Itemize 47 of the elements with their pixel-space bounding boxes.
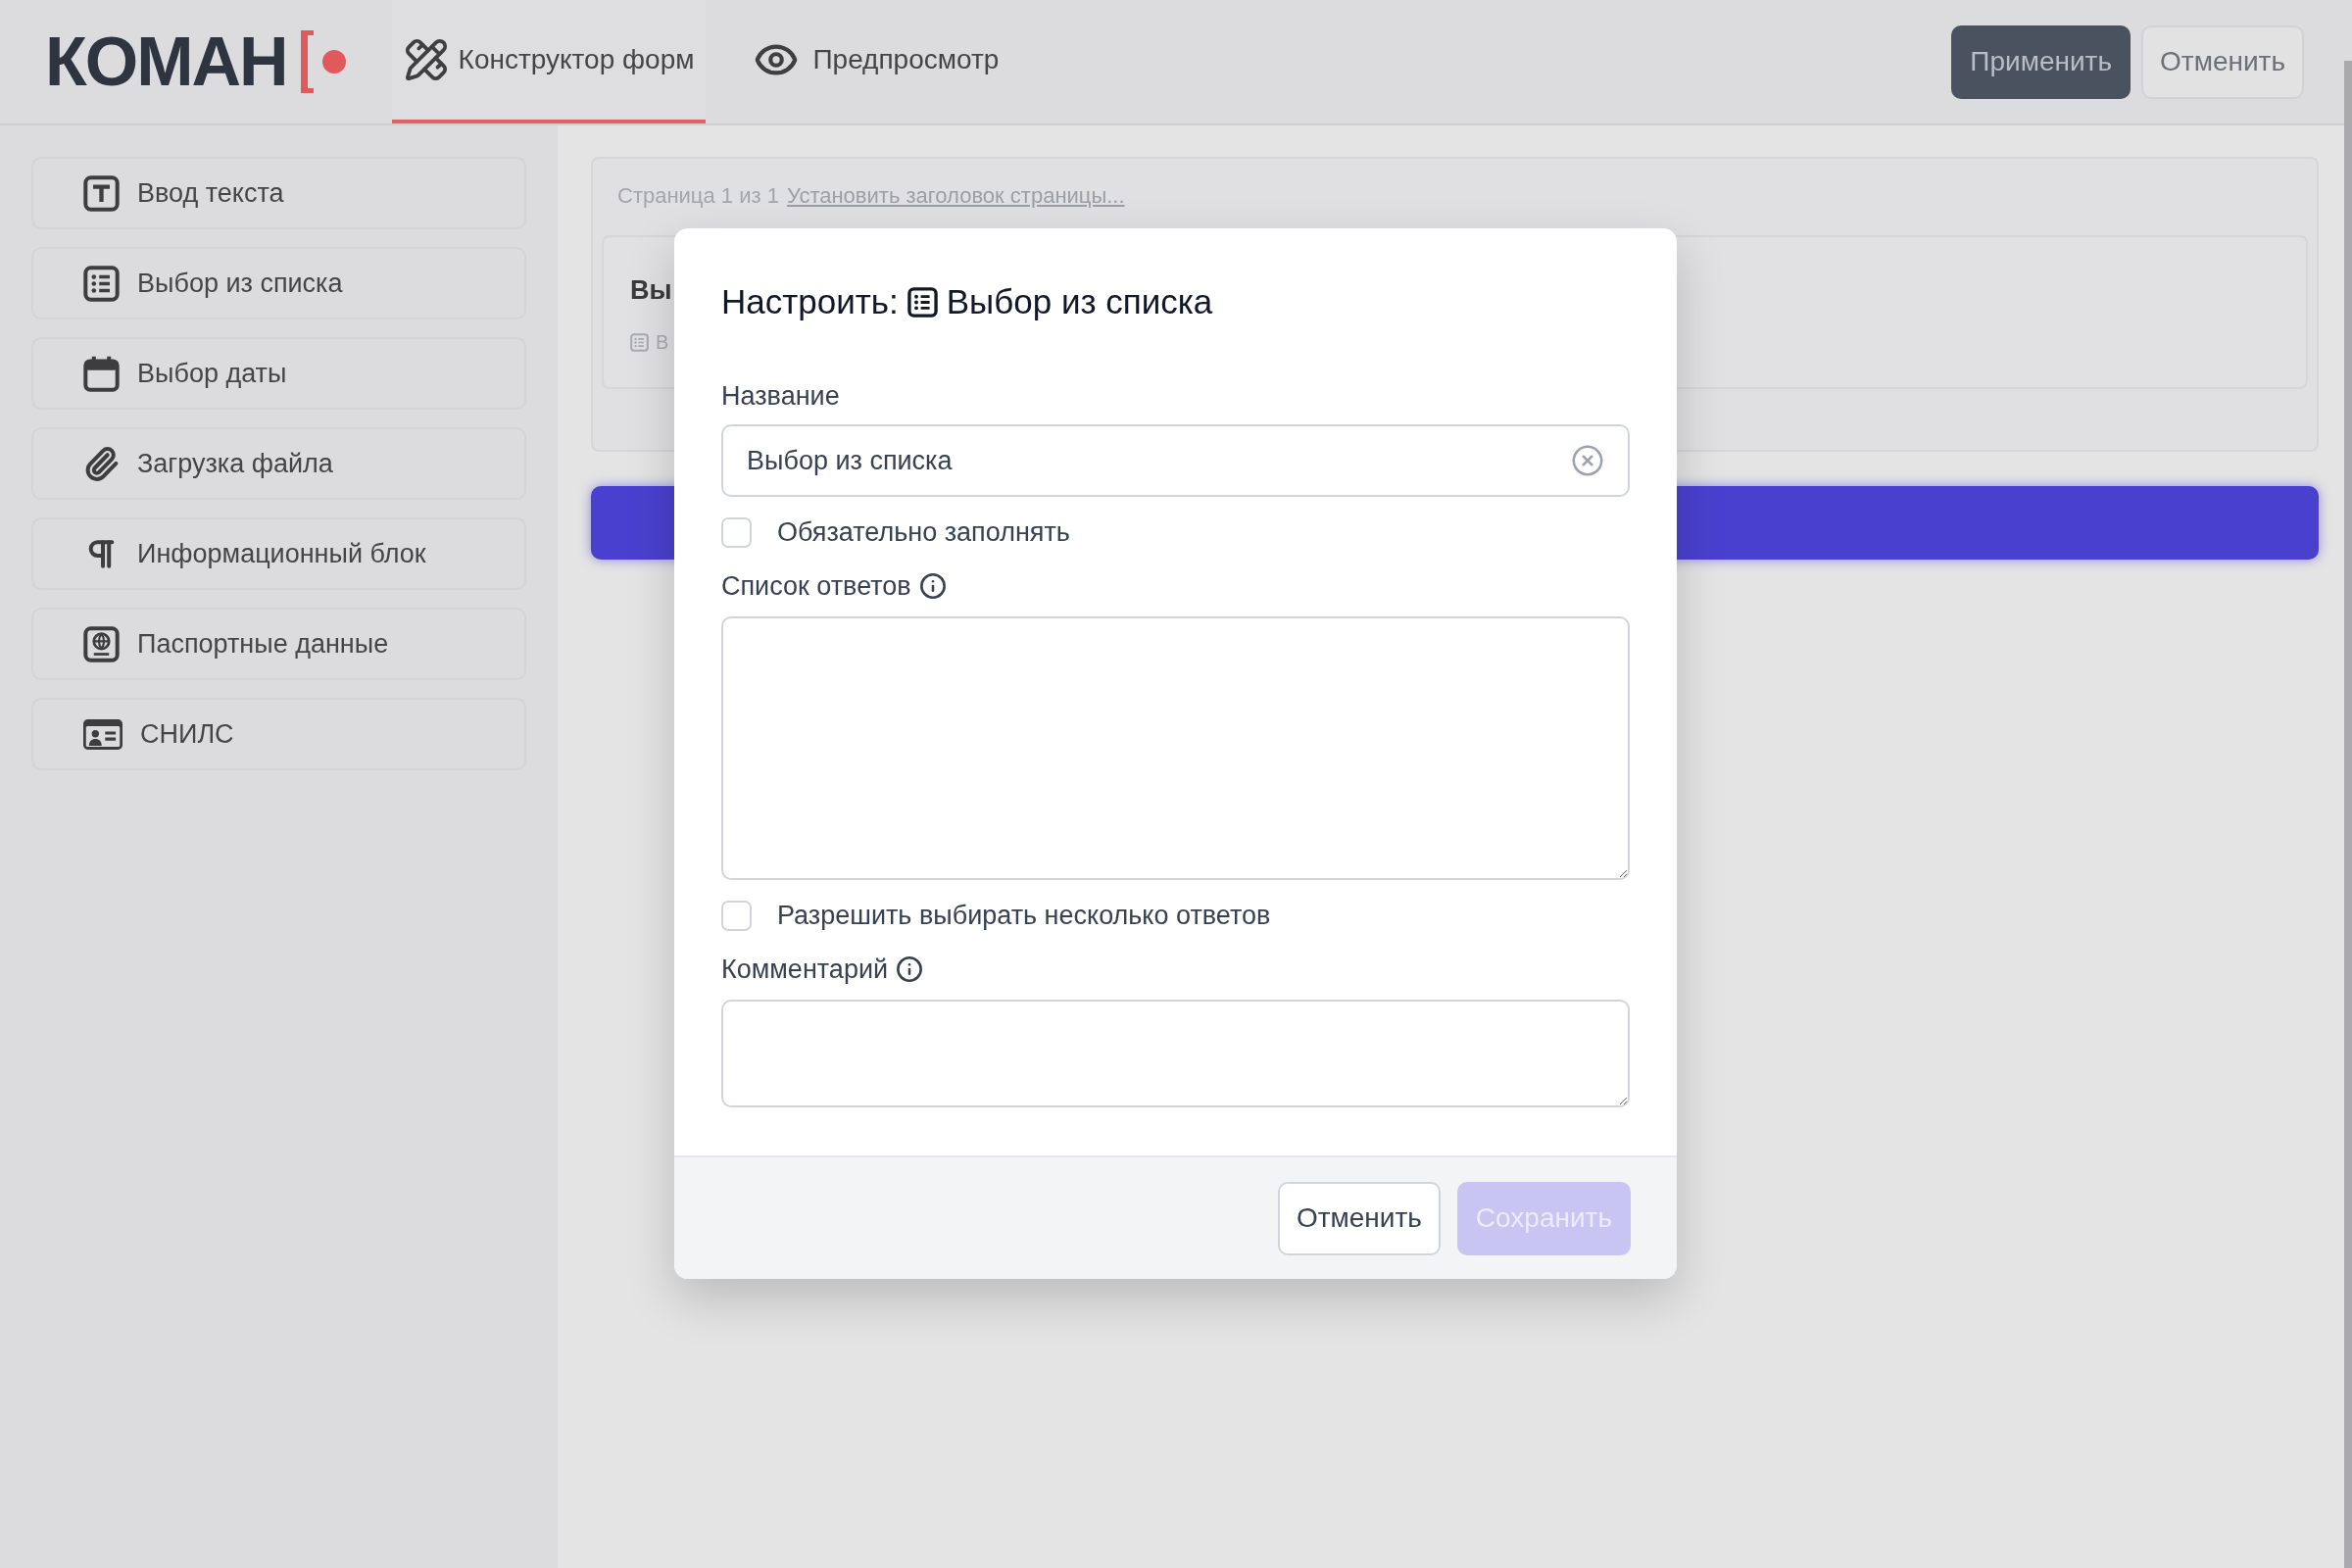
passport-icon: [83, 625, 120, 662]
list-icon: [83, 265, 120, 302]
calendar-icon: [83, 355, 120, 392]
checkbox-label: Обязательно заполнять: [777, 516, 1070, 549]
field-title: Вы: [630, 274, 672, 307]
sidebar-item[interactable]: СНИЛС: [31, 698, 526, 770]
cancel-button[interactable]: Отменить: [1277, 1181, 1441, 1255]
field-label: Комментарий: [721, 954, 889, 986]
text-box-icon: [83, 174, 120, 212]
text-input[interactable]: Выбор из списка: [721, 424, 1630, 497]
sidebar-item-label: Информационный блок: [137, 537, 426, 570]
sidebar-item-label: Выбор даты: [137, 357, 287, 390]
list-icon: [906, 286, 938, 318]
sidebar-item[interactable]: Выбор из списка: [31, 247, 526, 319]
field-label: Список ответов: [721, 570, 911, 603]
sidebar-item[interactable]: Паспортные данные: [31, 608, 526, 680]
info-icon[interactable]: [896, 956, 924, 983]
info-icon[interactable]: [918, 572, 947, 600]
logo-mark-icon: [300, 30, 346, 93]
sidebar-item-label: Загрузка файла: [137, 447, 333, 480]
sidebar-item-label: Паспортные данные: [137, 627, 389, 661]
sidebar-item-label: Ввод текста: [137, 176, 284, 210]
field-label: Название: [721, 380, 840, 413]
sidebar-item[interactable]: Выбор даты: [31, 337, 526, 410]
scrollbar[interactable]: [2344, 61, 2352, 1568]
sidebar-item-label: Выбор из списка: [137, 267, 343, 300]
dialog-title: Выбор из списка: [946, 281, 1213, 322]
checkbox[interactable]: [721, 900, 752, 931]
id-card-icon: [83, 718, 122, 750]
list-icon: [630, 332, 649, 352]
cancel-button[interactable]: Отменить: [2141, 24, 2304, 99]
sidebar-item[interactable]: Ввод текста: [31, 157, 526, 229]
logo-text: КОМАН: [45, 27, 287, 96]
sidebar-item-label: СНИЛС: [140, 717, 234, 751]
checkbox-label: Разрешить выбирать несколько ответов: [777, 900, 1271, 932]
text-area[interactable]: [721, 1000, 1630, 1107]
pencil-ruler-icon: [403, 37, 449, 82]
sidebar-item[interactable]: Информационный блок: [31, 517, 526, 590]
clear-icon[interactable]: [1571, 444, 1604, 477]
text-area[interactable]: [721, 616, 1630, 880]
dialog-title-prefix: Настроить:: [721, 281, 899, 322]
page-counter: Страница 1 из 1: [617, 182, 779, 210]
sidebar-item[interactable]: Загрузка файла: [31, 427, 526, 500]
checkbox[interactable]: [721, 516, 752, 548]
apply-button[interactable]: Применить: [1951, 24, 2132, 99]
tab[interactable]: Предпросмотр: [738, 0, 1011, 123]
paperclip-icon: [83, 445, 120, 482]
